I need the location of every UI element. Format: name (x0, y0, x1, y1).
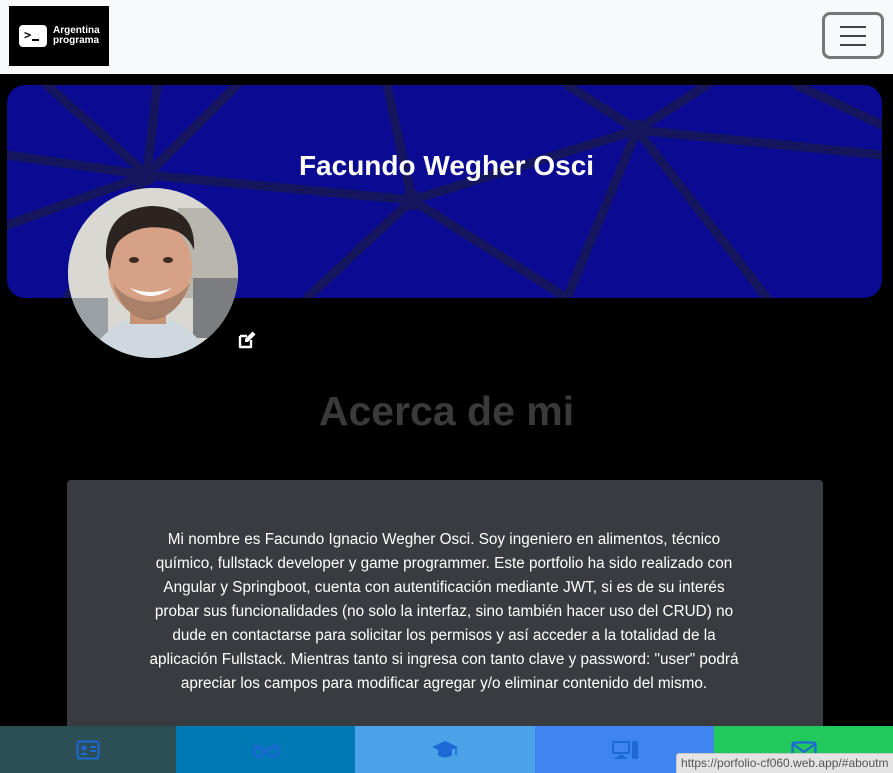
page: > Argentina programa Facundo Wegher Osci… (0, 0, 893, 773)
brand-text: Argentina programa (53, 26, 100, 46)
edit-pencil-icon[interactable] (237, 330, 257, 350)
hamburger-menu-icon (840, 25, 866, 28)
brand-line-2: programa (53, 35, 100, 46)
bottom-nav-education[interactable] (355, 726, 535, 773)
terminal-prompt-icon: > (19, 25, 47, 47)
navbar: > Argentina programa (0, 0, 893, 74)
bottom-nav-experience[interactable] (176, 726, 355, 773)
graduation-cap-icon (432, 740, 458, 757)
profile-photo (68, 188, 238, 358)
navbar-toggler-button[interactable] (822, 12, 884, 59)
avatar (68, 188, 238, 358)
computer-desktop-icon (611, 740, 638, 759)
section-title: Acerca de mi (318, 388, 575, 434)
profile-name: Facundo Wegher Osci (298, 150, 595, 181)
brand-logo[interactable]: > Argentina programa (9, 6, 109, 66)
bottom-nav-about[interactable] (0, 726, 176, 773)
status-bar-url: https://porfolio-cf060.web.app/#aboutm (676, 753, 893, 773)
id-card-icon (76, 740, 100, 759)
about-card: Mi nombre es Facundo Ignacio Wegher Osci… (67, 480, 823, 740)
about-text: Mi nombre es Facundo Ignacio Wegher Osci… (149, 531, 739, 692)
glasses-icon (252, 743, 279, 758)
